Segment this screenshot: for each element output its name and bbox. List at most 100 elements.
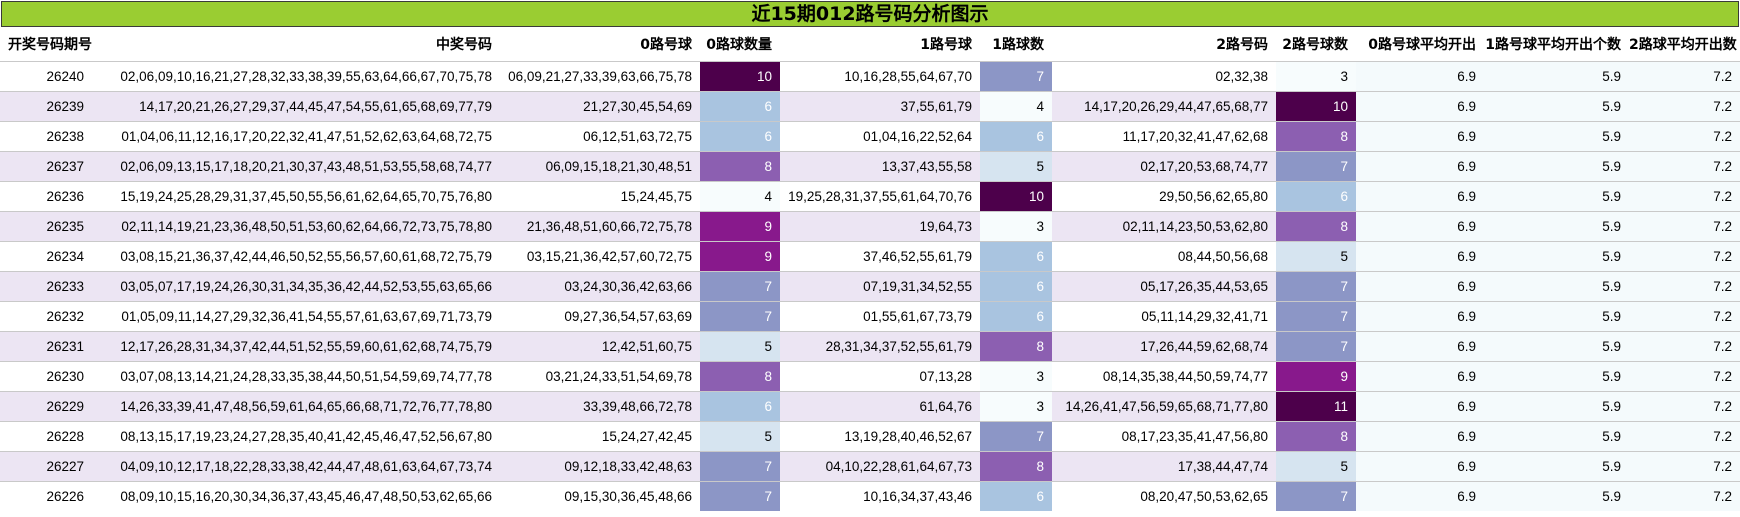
issue-cell: 26226 [46,488,84,504]
issue-cell: 26239 [46,98,84,114]
route1-avg-cell: 5.9 [1484,421,1629,451]
route2-count-cell: 5 [1276,451,1356,481]
route2-cell: 08,14,35,38,44,50,59,74,77 [1102,368,1268,384]
route0-count-cell: 7 [700,481,780,511]
table-row: 26229 14,26,33,39,41,47,48,56,59,61,64,65… [0,391,1740,421]
route2-count-cell: 7 [1276,301,1356,331]
issue-cell: 26232 [46,308,84,324]
table-row: 26237 02,06,09,13,15,17,18,20,21,30,37,43… [0,151,1740,181]
route2-cell: 14,17,20,26,29,44,47,65,68,77 [1084,98,1268,114]
route0-count-cell: 6 [700,121,780,151]
route2-cell: 08,17,23,35,41,47,56,80 [1121,428,1268,444]
numbers-cell: 14,26,33,39,41,47,48,56,59,61,64,65,66,6… [120,398,492,414]
route0-avg-cell: 6.9 [1356,211,1484,241]
route1-avg-cell: 5.9 [1484,181,1629,211]
table-row: 26232 01,05,09,11,14,27,29,32,36,41,54,55… [0,301,1740,331]
issue-cell: 26233 [46,278,84,294]
route1-count-cell: 8 [980,331,1052,361]
route2-count-cell: 7 [1276,271,1356,301]
table-row: 26227 04,09,10,12,17,18,22,28,33,38,42,44… [0,451,1740,481]
numbers-cell: 03,05,07,17,19,24,26,30,31,34,35,36,42,4… [120,278,492,294]
route1-cell: 13,19,28,40,46,52,67 [844,428,972,444]
header-route0-avg: 0路号球平均开出 [1368,36,1476,53]
route2-avg-cell: 7.2 [1629,361,1740,391]
route0-cell: 06,09,21,27,33,39,63,66,75,78 [508,68,692,84]
numbers-cell: 08,13,15,17,19,23,24,27,28,35,40,41,42,4… [120,428,492,444]
numbers-cell: 01,04,06,11,12,16,17,20,22,32,41,47,51,5… [121,128,492,144]
issue-cell: 26231 [46,338,84,354]
route1-count-cell: 4 [980,91,1052,121]
route0-cell: 21,36,48,51,60,66,72,75,78 [526,218,692,234]
numbers-cell: 14,17,20,21,26,27,29,37,44,45,47,54,55,6… [139,98,492,114]
route2-avg-cell: 7.2 [1629,91,1740,121]
header-issue: 开奖号码期号 [8,36,92,53]
route2-cell: 14,26,41,47,56,59,65,68,71,77,80 [1065,398,1268,414]
issue-cell: 26240 [46,68,84,84]
route2-count-cell: 11 [1276,391,1356,421]
route1-count-cell: 5 [980,151,1052,181]
route0-cell: 03,21,24,33,51,54,69,78 [545,368,692,384]
route1-cell: 01,55,61,67,73,79 [863,308,972,324]
issue-cell: 26227 [46,458,84,474]
route0-cell: 06,12,51,63,72,75 [583,128,692,144]
route2-cell: 02,11,14,23,50,53,62,80 [1122,218,1268,234]
route2-avg-cell: 7.2 [1629,211,1740,241]
route0-avg-cell: 6.9 [1356,301,1484,331]
route0-cell: 03,15,21,36,42,57,60,72,75 [526,248,692,264]
route0-avg-cell: 6.9 [1356,331,1484,361]
route1-cell: 10,16,28,55,64,67,70 [844,68,972,84]
table-row: 26230 03,07,08,13,14,21,24,28,33,35,38,44… [0,361,1740,391]
route2-count-cell: 7 [1276,151,1356,181]
route0-avg-cell: 6.9 [1356,451,1484,481]
route0-avg-cell: 6.9 [1356,241,1484,271]
route0-cell: 12,42,51,60,75 [601,338,692,354]
header-numbers: 中奖号码 [436,36,492,53]
route2-cell: 08,20,47,50,53,62,65 [1140,488,1268,504]
route1-count-cell: 3 [980,391,1052,421]
numbers-cell: 02,11,14,19,21,23,36,48,50,51,53,60,62,6… [121,218,492,234]
route1-cell: 28,31,34,37,52,55,61,79 [825,338,972,354]
route2-avg-cell: 7.2 [1629,241,1740,271]
numbers-cell: 01,05,09,11,14,27,29,32,36,41,54,55,57,6… [121,308,492,324]
route1-count-cell: 10 [980,181,1052,211]
table-row: 26228 08,13,15,17,19,23,24,27,28,35,40,41… [0,421,1740,451]
route2-cell: 05,11,14,29,32,41,71 [1141,308,1268,324]
route2-count-cell: 5 [1276,241,1356,271]
route2-avg-cell: 7.2 [1629,331,1740,361]
numbers-cell: 03,07,08,13,14,21,24,28,33,35,38,44,50,5… [120,368,492,384]
route1-count-cell: 3 [980,211,1052,241]
sheet-title: 近15期012路号码分析图示 [1,1,1739,27]
route0-cell: 15,24,27,42,45 [601,428,692,444]
route0-cell: 21,27,30,45,54,69 [583,98,692,114]
route1-count-cell: 7 [980,421,1052,451]
route0-cell: 09,27,36,54,57,63,69 [564,308,692,324]
route2-count-cell: 3 [1276,61,1356,91]
header-route2-count: 2路号球数 [1282,36,1348,53]
route2-cell: 29,50,56,62,65,80 [1159,188,1268,204]
route1-avg-cell: 5.9 [1484,271,1629,301]
issue-cell: 26235 [46,218,84,234]
route0-avg-cell: 6.9 [1356,271,1484,301]
route1-avg-cell: 5.9 [1484,91,1629,121]
route2-count-cell: 7 [1276,331,1356,361]
route1-avg-cell: 5.9 [1484,121,1629,151]
route1-cell: 07,19,31,34,52,55 [863,278,972,294]
route1-cell: 10,16,34,37,43,46 [863,488,972,504]
numbers-cell: 03,08,15,21,36,37,42,44,46,50,52,55,56,5… [120,248,492,264]
route2-count-cell: 8 [1276,421,1356,451]
numbers-cell: 12,17,26,28,31,34,37,42,44,51,52,55,59,6… [120,338,492,354]
route1-cell: 04,10,22,28,61,64,67,73 [825,458,972,474]
route0-cell: 06,09,15,18,21,30,48,51 [545,158,692,174]
route2-cell: 11,17,20,32,41,47,62,68 [1122,128,1268,144]
route1-cell: 01,04,16,22,52,64 [863,128,972,144]
route1-cell: 19,25,28,31,37,55,61,64,70,76 [788,188,972,204]
numbers-cell: 04,09,10,12,17,18,22,28,33,38,42,44,47,4… [120,458,492,474]
route2-cell: 08,44,50,56,68 [1177,248,1268,264]
numbers-cell: 02,06,09,13,15,17,18,20,21,30,37,43,48,5… [120,158,492,174]
header-route1-avg: 1路号球平均开出个数 [1485,36,1621,53]
route0-count-cell: 7 [700,451,780,481]
table-row: 26226 08,09,10,15,16,20,30,34,36,37,43,45… [0,481,1740,511]
route1-count-cell: 6 [980,301,1052,331]
header-route1: 1路号球 [920,36,972,53]
route0-count-cell: 5 [700,421,780,451]
